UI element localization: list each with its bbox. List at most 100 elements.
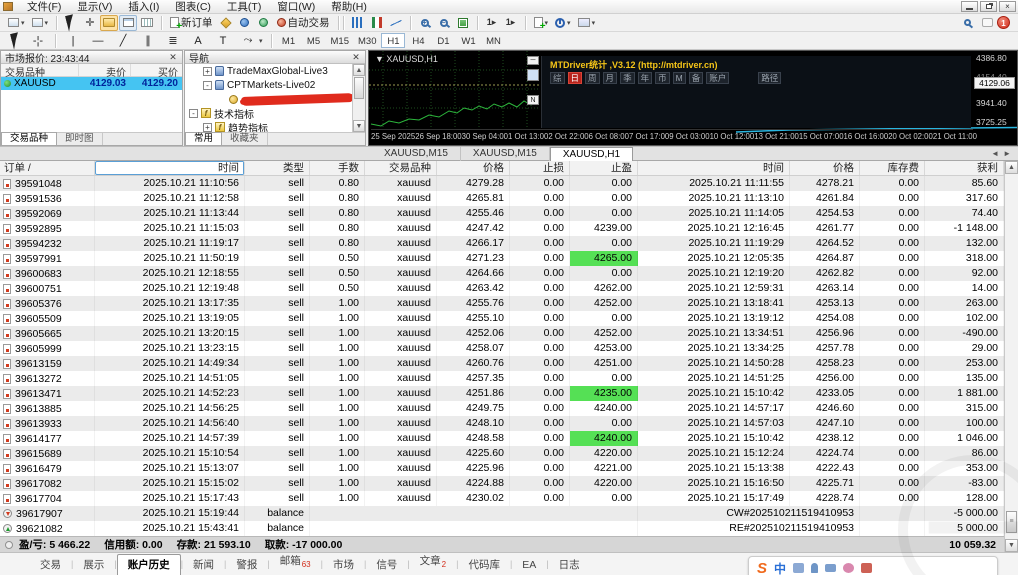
scroll-down-icon[interactable]: ▼: [353, 120, 365, 132]
ime-mic-icon[interactable]: [811, 563, 819, 573]
history-table-header[interactable]: 订单 / 时间 类型 手数 交易品种 价格 止损 止盈 时间 价格 库存费 获利: [0, 161, 1004, 176]
menu-item[interactable]: 窗口(W): [269, 1, 323, 13]
terminal-tab-日志[interactable]: 日志: [549, 555, 590, 575]
overlay-button-币[interactable]: 币: [655, 72, 670, 84]
trendline-button[interactable]: ╱: [111, 33, 135, 49]
candlestick-button[interactable]: [368, 15, 386, 31]
history-row[interactable]: 39617907 2025.10.21 15:19:44 balance CW#202…: [0, 506, 1004, 521]
overlay-button-路径[interactable]: 路径: [758, 72, 782, 84]
timeframe-button-mn[interactable]: MN: [481, 33, 505, 48]
menu-item[interactable]: 图表(C): [167, 1, 219, 13]
terminal-tab-市场[interactable]: 市场: [323, 555, 364, 575]
history-row[interactable]: 39614177 2025.10.21 14:57:39 sell 1.00 xauus…: [0, 431, 1004, 446]
zoom-out-button[interactable]: −: [435, 15, 453, 31]
fibonacci-button[interactable]: ≣: [161, 33, 185, 49]
scrollbar-thumb[interactable]: ≡: [1006, 511, 1017, 533]
history-row[interactable]: 39600683 2025.10.21 12:18:55 sell 0.50 xauus…: [0, 266, 1004, 281]
close-icon[interactable]: ✕: [168, 52, 178, 63]
chart-tab[interactable]: XAUUSD,M15: [372, 147, 461, 162]
menu-item[interactable]: 插入(I): [120, 1, 167, 13]
navigator-item[interactable]: [185, 92, 352, 106]
scrollbar-thumb[interactable]: [354, 77, 364, 99]
column-header[interactable]: 止损: [510, 161, 570, 175]
auto-scroll-button[interactable]: [119, 14, 138, 31]
terminal-tab-邮箱[interactable]: 邮箱63: [270, 551, 321, 575]
new-chart-button[interactable]: ▾: [5, 15, 28, 31]
menu-item[interactable]: 显示(V): [69, 1, 120, 13]
history-row[interactable]: 39600751 2025.10.21 12:19:48 sell 0.50 xauus…: [0, 281, 1004, 296]
ime-skin-icon[interactable]: [843, 563, 855, 573]
navigator-tab[interactable]: 收藏夹: [222, 133, 268, 145]
menu-item[interactable]: 帮助(H): [323, 1, 375, 13]
market-watch-tab[interactable]: 即时图: [57, 133, 103, 145]
profiles-button[interactable]: ▾: [29, 15, 52, 31]
timeframe-button-m5[interactable]: M5: [302, 33, 326, 48]
zoom-in-button[interactable]: +: [416, 15, 434, 31]
column-header[interactable]: 时间: [95, 161, 245, 175]
timeframe-button-w1[interactable]: W1: [456, 33, 480, 48]
terminal-tab-展示[interactable]: 展示: [73, 555, 114, 575]
ime-toolbar[interactable]: S 中: [748, 556, 998, 575]
navigator-item[interactable]: + f 趋势指标: [185, 120, 352, 132]
step-forward-button[interactable]: 1▸: [483, 15, 501, 31]
market-watch-row[interactable]: XAUUSD 4129.03 4129.20: [1, 77, 182, 90]
history-row[interactable]: 39613159 2025.10.21 14:49:34 sell 1.00 xauus…: [0, 356, 1004, 371]
history-row[interactable]: 39613933 2025.10.21 14:56:40 sell 1.00 xauus…: [0, 416, 1004, 431]
terminal-tab-交易[interactable]: 交易: [30, 555, 71, 575]
history-row[interactable]: 39605509 2025.10.21 13:19:05 sell 1.00 xauus…: [0, 311, 1004, 326]
bar-chart-button[interactable]: [349, 15, 367, 31]
expand-icon[interactable]: +: [203, 66, 212, 76]
crosshair-tool-button[interactable]: -¦-: [26, 33, 50, 49]
chart-tab[interactable]: XAUUSD,M15: [461, 147, 550, 162]
expand-icon[interactable]: +: [203, 122, 212, 132]
ime-toolbox-icon[interactable]: [861, 563, 873, 573]
column-header[interactable]: 价格: [437, 161, 510, 175]
scroll-down-icon[interactable]: ▼: [1005, 539, 1018, 552]
ime-pet-icon[interactable]: [793, 563, 805, 573]
history-row[interactable]: 39613885 2025.10.21 14:56:25 sell 1.00 xauus…: [0, 401, 1004, 416]
overlay-button-账户[interactable]: 账户: [706, 72, 730, 84]
menu-item[interactable]: 文件(F): [19, 1, 69, 13]
overlay-button-季[interactable]: 季: [620, 72, 635, 84]
column-header[interactable]: 类型: [245, 161, 310, 175]
add-indicator-dropdown[interactable]: ▾: [531, 15, 552, 31]
history-row[interactable]: 39605376 2025.10.21 13:17:35 sell 1.00 xauus…: [0, 296, 1004, 311]
text-tool-button[interactable]: A: [186, 33, 210, 49]
minimize-button[interactable]: [961, 1, 978, 12]
timeframe-button-m1[interactable]: M1: [277, 33, 301, 48]
panel-n-button[interactable]: N: [527, 95, 539, 105]
pointer-tool-button[interactable]: [7, 31, 25, 50]
channel-button[interactable]: ∥: [136, 33, 160, 49]
history-row[interactable]: 39605665 2025.10.21 13:20:15 sell 1.00 xauus…: [0, 326, 1004, 341]
indicator-list-button[interactable]: [217, 15, 235, 31]
templates-dropdown[interactable]: ▾: [575, 15, 599, 31]
search-button[interactable]: [960, 15, 978, 31]
tile-windows-button[interactable]: [454, 15, 472, 31]
history-row[interactable]: 39597991 2025.10.21 11:50:19 sell 0.50 xauus…: [0, 251, 1004, 266]
history-row[interactable]: 39592895 2025.10.21 11:15:03 sell 0.80 xauus…: [0, 221, 1004, 236]
terminal-tab-新闻[interactable]: 新闻: [183, 555, 224, 575]
column-header[interactable]: 库存费: [860, 161, 925, 175]
history-row[interactable]: 39591048 2025.10.21 11:10:56 sell 0.80 xauus…: [0, 176, 1004, 191]
line-chart-button[interactable]: [387, 15, 405, 31]
timeframe-button-h1[interactable]: H1: [381, 33, 406, 48]
tab-scroll-arrows[interactable]: ◄►: [991, 149, 1015, 158]
column-header[interactable]: 价格: [790, 161, 860, 175]
market-button[interactable]: [255, 15, 273, 31]
scroll-up-icon[interactable]: ▲: [1005, 161, 1018, 174]
cursor-mode-button[interactable]: [62, 13, 80, 32]
navigator-item[interactable]: - f 技术指标: [185, 106, 352, 121]
chart-shift-button[interactable]: [100, 14, 119, 31]
menu-item[interactable]: 工具(T): [219, 1, 269, 13]
history-row[interactable]: 39605999 2025.10.21 13:23:15 sell 1.00 xauus…: [0, 341, 1004, 356]
terminal-tab-EA[interactable]: EA: [512, 555, 546, 575]
history-scrollbar[interactable]: ▲ ≡ ▼: [1004, 161, 1018, 552]
navigator-tab[interactable]: 常用: [185, 132, 223, 145]
history-row[interactable]: 39592069 2025.10.21 11:13:44 sell 0.80 xauus…: [0, 206, 1004, 221]
column-header[interactable]: 止盈: [570, 161, 638, 175]
terminal-tab-文章[interactable]: 文章2: [410, 551, 456, 575]
vertical-line-button[interactable]: |: [61, 33, 85, 49]
overlay-button-日[interactable]: 日: [567, 72, 583, 84]
new-order-button[interactable]: 新订单: [167, 15, 216, 31]
navigator-item[interactable]: - CPTMarkets-Live02: [185, 78, 352, 92]
